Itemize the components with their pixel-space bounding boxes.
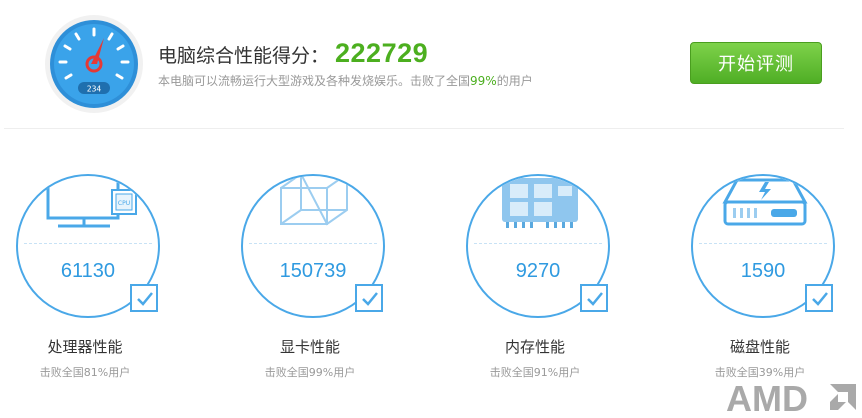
desc-suffix: 的用户 [496,74,533,88]
score-title: 电脑综合性能得分： 222729 [158,38,428,69]
gpu-label: 显卡性能 [279,338,340,356]
check-icon [355,284,383,312]
memory-score: 9270 [515,260,561,282]
gauge-readout: 234 [87,85,102,94]
amd-logo-text: AMD [726,378,808,416]
memory-chip-icon [490,176,590,236]
gpu-score: 150739 [279,260,347,282]
total-score: 222729 [335,38,429,68]
monitor-cpu-icon: CPU [40,176,140,236]
desc-text: 本电脑可以流畅运行大型游戏及各种发烧娱乐。击败了全国 [158,74,471,88]
disk-score: 1590 [740,260,786,282]
performance-cards: CPU 61130 处理器性能 击败全国81%用户 150739 显卡性能 击败… [0,130,862,418]
card-cpu: CPU 61130 处理器性能 击败全国81%用户 [12,174,172,414]
memory-rank: 击败全国91%用户 [489,366,581,379]
cpu-chip-label: CPU [118,200,130,207]
check-icon [130,284,158,312]
ring-divider [699,243,827,244]
cube-icon [265,176,365,236]
check-icon [580,284,608,312]
amd-logo: AMD [726,378,860,418]
score-title-label: 电脑综合性能得分： [158,45,330,67]
cpu-rank: 击败全国81%用户 [39,366,131,379]
gpu-rank: 击败全国99%用户 [264,366,356,379]
divider [4,128,844,129]
score-header: 234 电脑综合性能得分： 222729 本电脑可以流畅运行大型游戏及各种发烧娱乐… [0,0,862,128]
disk-label: 磁盘性能 [729,338,790,356]
cpu-score: 61130 [60,260,116,282]
hard-disk-icon [715,176,815,236]
start-benchmark-button[interactable]: 开始评测 [690,42,822,84]
ring-divider [24,243,152,244]
ring-divider [249,243,377,244]
speedometer-icon: 234 [44,14,144,114]
card-gpu: 150739 显卡性能 击败全国99%用户 [237,174,397,414]
cpu-label: 处理器性能 [47,338,123,356]
desc-percentage: 99% [470,74,497,88]
score-description: 本电脑可以流畅运行大型游戏及各种发烧娱乐。击败了全国99%的用户 [158,72,533,89]
card-memory: 9270 内存性能 击败全国91%用户 [462,174,622,414]
amd-arrow-icon [830,384,856,410]
check-icon [805,284,833,312]
ring-divider [474,243,602,244]
memory-label: 内存性能 [504,338,565,356]
